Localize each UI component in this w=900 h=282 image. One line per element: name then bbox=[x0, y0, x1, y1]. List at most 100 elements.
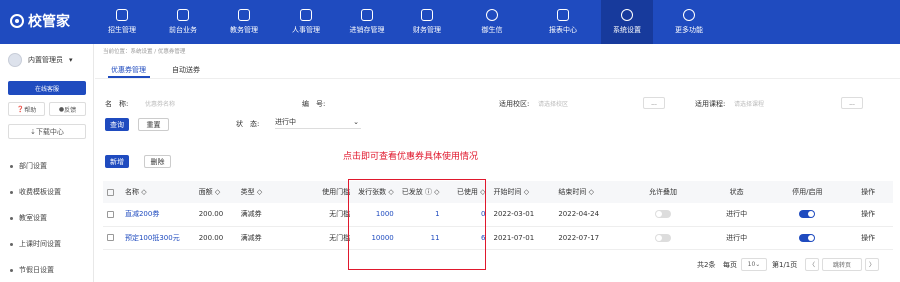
logo-icon bbox=[10, 14, 24, 28]
code-input[interactable] bbox=[345, 99, 465, 111]
nav-finance[interactable]: 财务管理 bbox=[401, 0, 453, 44]
status-cell: 进行中 bbox=[701, 226, 772, 250]
row-checkbox[interactable] bbox=[107, 210, 114, 218]
breadcrumb: 当前位置：系统设置 / 优惠券管理 bbox=[103, 49, 186, 55]
jump-page-input[interactable]: 跳转页 bbox=[822, 258, 862, 271]
table-header: 名称 ◇ 面额 ◇ 类型 ◇ 使用门槛 发行张数 ◇ 已发放 ⓘ ◇ 已使用 ◇… bbox=[103, 181, 893, 203]
stackable-toggle[interactable] bbox=[654, 210, 671, 219]
prev-page-button[interactable]: 〈 bbox=[805, 258, 819, 271]
bullet-icon bbox=[10, 164, 13, 168]
coupon-name-link[interactable]: 直减200券 bbox=[120, 203, 195, 227]
enable-toggle[interactable] bbox=[799, 233, 816, 242]
divider bbox=[95, 78, 900, 79]
nav-student-message[interactable]: 御生信 bbox=[466, 0, 518, 44]
nav-academic[interactable]: 教务管理 bbox=[218, 0, 270, 44]
course-picker-button[interactable]: ... bbox=[841, 97, 863, 109]
col-operation: 操作 bbox=[843, 181, 893, 203]
main-content: 当前位置：系统设置 / 优惠券管理 优惠券管理 自动送券 名 称: 优惠券名称 … bbox=[95, 44, 900, 282]
query-button[interactable]: 查询 bbox=[105, 118, 129, 131]
enable-toggle[interactable] bbox=[799, 210, 816, 219]
nav-more[interactable]: 更多功能 bbox=[663, 0, 715, 44]
end-time-cell: 2022-07-17 bbox=[554, 226, 625, 250]
col-enable: 停用/启用 bbox=[771, 181, 844, 203]
row-checkbox[interactable] bbox=[107, 234, 114, 241]
coupon-name-link[interactable]: 预定100抵300元 bbox=[120, 226, 195, 250]
col-end-time[interactable]: 结束时间 ◇ bbox=[554, 181, 625, 203]
bullet-icon bbox=[10, 216, 13, 220]
more-icon bbox=[683, 9, 695, 21]
amount-cell: 200.00 bbox=[194, 203, 237, 227]
sidebar-item-fee-template[interactable]: 收费模板设置 bbox=[10, 187, 61, 197]
name-label: 名 称: bbox=[105, 100, 129, 108]
select-all-cell[interactable] bbox=[103, 181, 121, 203]
row-select-cell[interactable] bbox=[103, 203, 121, 227]
next-page-button[interactable]: 〉 bbox=[865, 258, 879, 271]
page-size-select[interactable]: 10 ⌄ bbox=[741, 258, 767, 271]
col-stackable: 允许叠加 bbox=[624, 181, 702, 203]
sidebar-item-department[interactable]: 部门设置 bbox=[10, 161, 47, 171]
book-icon bbox=[238, 9, 250, 21]
col-amount[interactable]: 面额 ◇ bbox=[194, 181, 237, 203]
table-row: 直减200券 200.00 满减券 无门槛 1000 1 0 2022-03-0… bbox=[103, 203, 893, 227]
chevron-down-icon: ⌄ bbox=[353, 118, 359, 126]
tab-coupon-management[interactable]: 优惠券管理 bbox=[111, 65, 146, 75]
feedback-button[interactable]: ● 反馈 bbox=[49, 102, 86, 116]
row-select-cell[interactable] bbox=[103, 226, 121, 250]
sidebar: 内置管理员 ▾ 在线客服 ❓ 帮助 ● 反馈 ⇣ 下载中心 部门设置 收费模板设置 教室… bbox=[0, 44, 94, 282]
online-support-button[interactable]: 在线客服 bbox=[8, 81, 86, 95]
code-label: 编 号: bbox=[302, 100, 326, 108]
course-label: 适用课程: bbox=[695, 100, 726, 108]
course-input[interactable]: 请选择课程 bbox=[734, 99, 834, 111]
campus-input[interactable]: 请选择校区 bbox=[538, 99, 638, 111]
nav-system-settings[interactable]: 系统设置 bbox=[601, 0, 653, 44]
select-all-checkbox[interactable] bbox=[107, 188, 114, 196]
col-type[interactable]: 类型 ◇ bbox=[236, 181, 311, 203]
sidebar-item-holiday[interactable]: 节假日设置 bbox=[10, 265, 54, 275]
col-name[interactable]: 名称 ◇ bbox=[120, 181, 195, 203]
operation-link[interactable]: 操作 bbox=[843, 226, 893, 250]
inbox-icon bbox=[361, 9, 373, 21]
end-time-cell: 2022-04-24 bbox=[554, 203, 625, 227]
nav-hr[interactable]: 人事管理 bbox=[280, 0, 332, 44]
table-row: 预定100抵300元 200.00 满减券 无门槛 10000 11 6 202… bbox=[103, 226, 893, 250]
sidebar-item-class-time[interactable]: 上课时间设置 bbox=[10, 239, 61, 249]
add-button[interactable]: 新增 bbox=[105, 155, 129, 168]
download-center-button[interactable]: ⇣ 下载中心 bbox=[8, 124, 86, 139]
campus-picker-button[interactable]: ... bbox=[643, 97, 665, 109]
delete-button[interactable]: 删除 bbox=[144, 155, 171, 168]
col-status: 状态 bbox=[701, 181, 772, 203]
nav-enrollment[interactable]: 招生管理 bbox=[96, 0, 148, 44]
stackable-cell bbox=[624, 226, 702, 250]
chevron-down-icon: ▾ bbox=[69, 56, 73, 64]
name-input[interactable]: 优惠券名称 bbox=[145, 99, 265, 111]
sidebar-item-classroom[interactable]: 教室设置 bbox=[10, 213, 47, 223]
status-label: 状 态: bbox=[236, 120, 260, 128]
bullet-icon bbox=[10, 268, 13, 272]
enable-cell bbox=[771, 226, 844, 250]
status-select[interactable]: 进行中 ⌄ bbox=[275, 117, 361, 129]
stackable-cell bbox=[624, 203, 702, 227]
monitor-icon bbox=[177, 9, 189, 21]
avatar bbox=[8, 53, 22, 67]
chart-icon bbox=[557, 9, 569, 21]
reset-button[interactable]: 重置 bbox=[138, 118, 169, 131]
user-menu[interactable]: 内置管理员 ▾ bbox=[8, 53, 73, 67]
status-cell: 进行中 bbox=[701, 203, 772, 227]
nav-reports[interactable]: 报表中心 bbox=[537, 0, 589, 44]
nav-inventory[interactable]: 进销存管理 bbox=[341, 0, 393, 44]
col-start-time[interactable]: 开始时间 ◇ bbox=[489, 181, 555, 203]
nav-front-desk[interactable]: 前台业务 bbox=[157, 0, 209, 44]
stackable-toggle[interactable] bbox=[654, 233, 671, 242]
bullet-icon bbox=[10, 190, 13, 194]
person-icon bbox=[300, 9, 312, 21]
tab-auto-send[interactable]: 自动送券 bbox=[172, 65, 200, 75]
chat-icon bbox=[486, 9, 498, 21]
operation-link[interactable]: 操作 bbox=[843, 203, 893, 227]
help-button[interactable]: ❓ 帮助 bbox=[8, 102, 45, 116]
bullet-icon bbox=[10, 242, 13, 246]
coupon-table: 名称 ◇ 面额 ◇ 类型 ◇ 使用门槛 发行张数 ◇ 已发放 ⓘ ◇ 已使用 ◇… bbox=[103, 181, 893, 250]
app-logo[interactable]: 校管家 bbox=[10, 11, 70, 31]
campus-label: 适用校区: bbox=[499, 100, 530, 108]
chevron-down-icon: ⌄ bbox=[755, 261, 761, 268]
type-cell: 满减券 bbox=[236, 226, 311, 250]
